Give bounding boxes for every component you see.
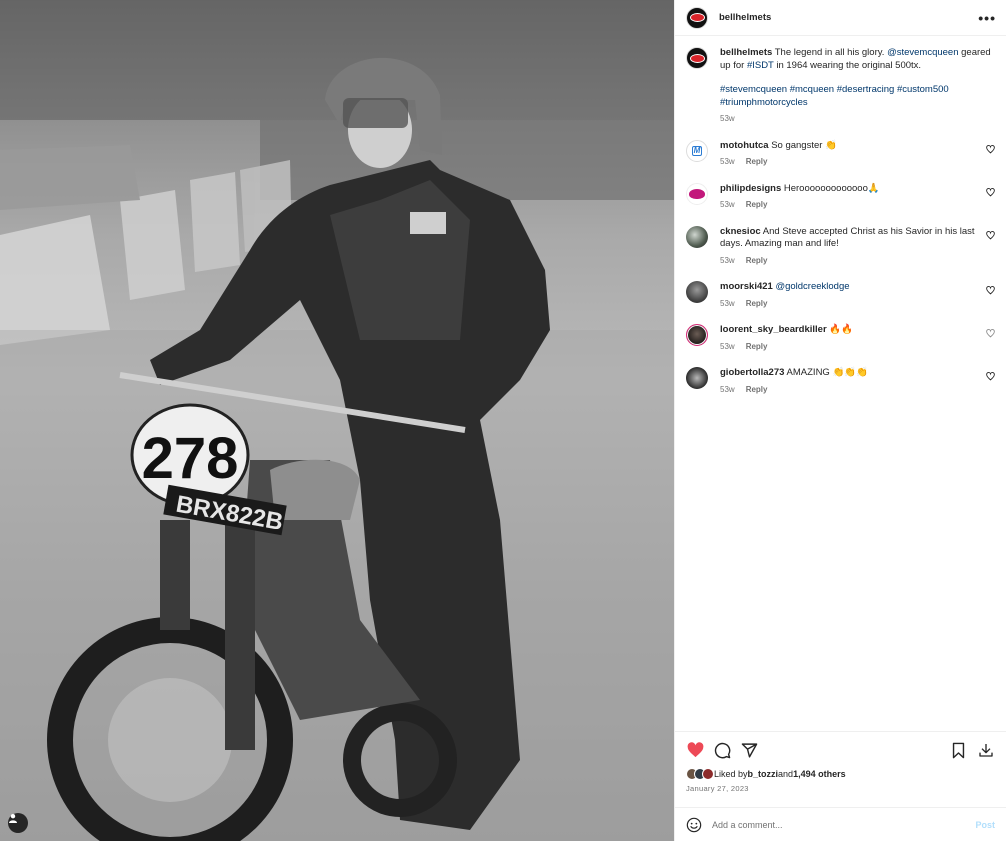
comment-username[interactable]: motohutca (720, 140, 769, 151)
heart-outline-icon[interactable] (986, 230, 995, 240)
likes-count[interactable]: 1,494 others (793, 769, 846, 779)
commenter-avatar[interactable]: M (686, 139, 708, 162)
commenter-avatar[interactable] (686, 324, 708, 346)
heart-outline-icon[interactable] (986, 144, 995, 154)
commenter-avatar[interactable] (686, 367, 708, 389)
caption-mention[interactable]: @stevemcqueen (887, 47, 958, 58)
heart-outline-icon[interactable] (986, 329, 995, 338)
reply-button[interactable]: Reply (746, 298, 768, 311)
svg-text:278: 278 (142, 426, 239, 491)
comments-list[interactable]: bellhelmets The legend in all his glory.… (675, 37, 1006, 731)
post-dialog: 278 BRX822B bellhelmets ••• bellhelmets … (0, 0, 1006, 841)
comment-username[interactable]: cknesioc (720, 226, 761, 237)
post-comment-button[interactable]: Post (975, 820, 995, 830)
heart-outline-icon[interactable] (986, 286, 995, 295)
hashtag-link[interactable]: #desertracing (837, 84, 895, 95)
commenter-avatar[interactable] (686, 281, 708, 303)
download-icon[interactable] (977, 741, 995, 759)
post-actions: Liked by b_tozzi and 1,494 others Januar… (675, 731, 1006, 807)
reply-button[interactable]: Reply (746, 199, 768, 212)
likes-summary: Liked by b_tozzi and 1,494 others (686, 768, 995, 780)
post-photo[interactable]: 278 BRX822B (0, 0, 674, 841)
commenter-avatar[interactable] (686, 225, 708, 248)
comment-text: 🔥🔥 (826, 324, 853, 335)
share-icon[interactable] (740, 741, 758, 759)
caption-text-3: in 1964 wearing the original 500tx. (773, 59, 922, 71)
caption-age: 53w (720, 114, 735, 123)
hashtag-link[interactable]: #triumphmotorcycles (720, 97, 808, 108)
photo-illustration: 278 BRX822B (0, 0, 674, 841)
reply-button[interactable]: Reply (746, 156, 768, 169)
post-caption: bellhelmets The legend in all his glory.… (686, 47, 995, 126)
comment-age: 53w (720, 157, 735, 166)
heart-outline-icon[interactable] (986, 187, 995, 197)
action-icons-row (686, 740, 995, 760)
user-tag-icon[interactable] (8, 813, 28, 833)
caption-hashtags: #stevemcqueen #mcqueen #desertracing #cu… (720, 84, 995, 109)
heart-outline-icon[interactable] (986, 372, 995, 381)
reply-button[interactable]: Reply (746, 255, 768, 268)
more-options-icon[interactable]: ••• (978, 10, 996, 26)
reply-button[interactable]: Reply (746, 384, 768, 397)
reply-button[interactable]: Reply (746, 341, 768, 354)
hashtag-link[interactable]: #stevemcqueen (720, 84, 787, 95)
likes-prefix: Liked by (714, 769, 748, 779)
hashtag-link[interactable]: #custom500 (897, 84, 949, 95)
author-avatar[interactable] (686, 6, 708, 29)
comment-username[interactable]: giobertolla273 (720, 367, 784, 378)
comment-text: Herooooooooooooo🙏 (781, 182, 880, 194)
add-comment-bar: Post (675, 807, 1006, 841)
comment-age: 53w (720, 255, 735, 265)
likes-middle: and (778, 769, 794, 779)
liker-avatars[interactable] (686, 768, 714, 780)
comment-item: philipdesigns Herooooooooooooo🙏 53w Reply (686, 182, 995, 212)
comment-item: giobertolla273 AMAZING 👏👏👏 53w Reply (686, 367, 995, 396)
comment-username[interactable]: moorski421 (720, 281, 773, 292)
hashtag-link[interactable]: #mcqueen (790, 84, 834, 95)
comment-text: So gangster 👏 (768, 139, 837, 151)
bookmark-icon[interactable] (949, 741, 967, 759)
heart-filled-icon[interactable] (686, 741, 704, 759)
caption-avatar[interactable] (686, 47, 708, 69)
comment-item: M motohutca So gangster 👏 53w Reply (686, 139, 995, 169)
author-username[interactable]: bellhelmets (719, 12, 978, 23)
comment-input[interactable] (712, 819, 976, 830)
post-header: bellhelmets ••• (675, 0, 1006, 36)
comment-mention[interactable]: @goldcreeklodge (775, 281, 849, 292)
comment-age: 53w (720, 298, 735, 308)
post-sidebar: bellhelmets ••• bellhelmets The legend i… (674, 0, 1006, 841)
commenter-avatar[interactable] (686, 182, 708, 205)
comment-item: moorski421 @goldcreeklodge 53w Reply (686, 281, 995, 310)
comment-icon[interactable] (713, 741, 731, 759)
comment-item: cknesioc And Steve accepted Christ as hi… (686, 225, 995, 268)
comment-age: 53w (720, 384, 735, 394)
comment-text: AMAZING 👏👏👏 (784, 367, 868, 378)
comment-username[interactable]: loorent_sky_beardkiller (720, 324, 827, 335)
comment-username[interactable]: philipdesigns (720, 183, 781, 194)
comment-age: 53w (720, 341, 735, 351)
likes-user[interactable]: b_tozzi (748, 769, 779, 779)
caption-text-1: The legend in all his glory. (772, 47, 888, 58)
comment-age: 53w (720, 200, 735, 209)
emoji-icon[interactable] (686, 817, 702, 833)
comment-item: loorent_sky_beardkiller 🔥🔥 53w Reply (686, 324, 995, 353)
caption-hashtag-isdt[interactable]: #ISDT (747, 60, 774, 71)
post-date: January 27, 2023 (686, 784, 749, 793)
caption-username[interactable]: bellhelmets (720, 47, 772, 58)
